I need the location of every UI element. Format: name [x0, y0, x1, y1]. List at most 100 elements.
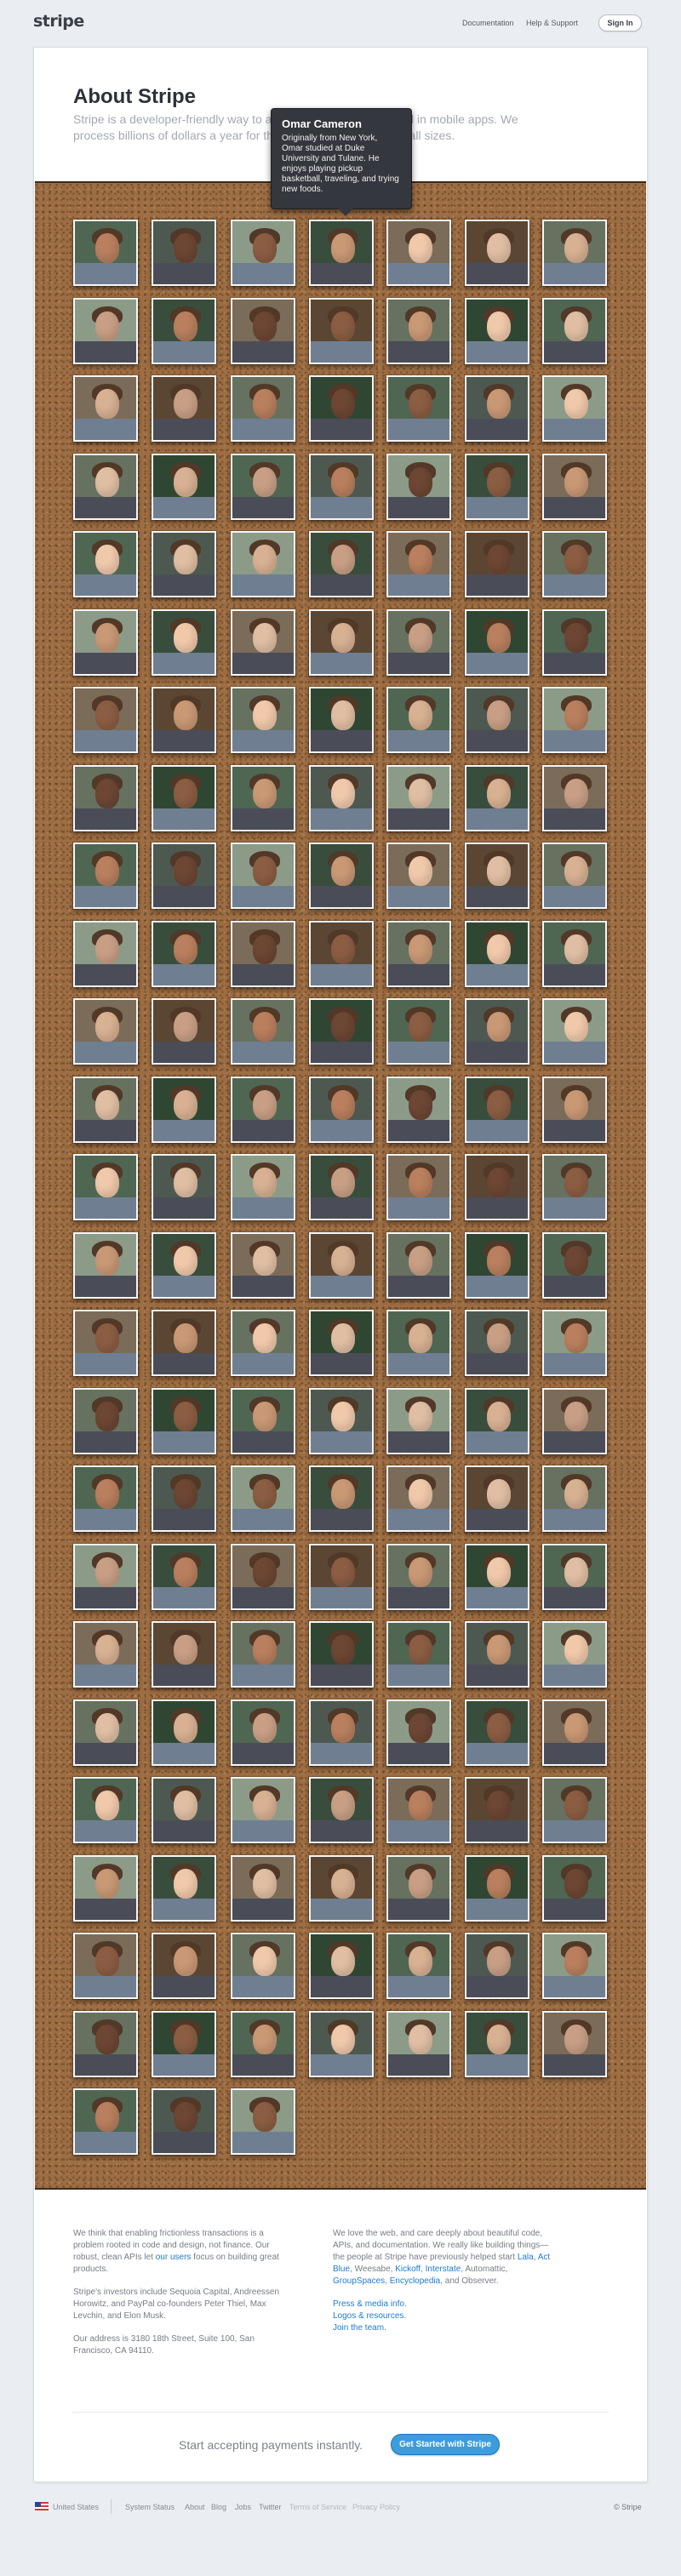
team-member-photo[interactable] — [309, 842, 374, 909]
team-member-photo[interactable] — [152, 608, 216, 676]
team-member-photo[interactable] — [73, 1076, 138, 1143]
team-member-photo[interactable] — [309, 920, 374, 987]
team-member-photo[interactable] — [386, 531, 451, 597]
team-member-photo[interactable] — [309, 2010, 374, 2077]
team-member-photo[interactable] — [542, 1231, 607, 1299]
team-member-photo[interactable] — [465, 1933, 529, 1999]
team-member-photo[interactable] — [231, 920, 295, 987]
team-member-photo[interactable] — [309, 531, 374, 597]
team-member-photo[interactable] — [386, 842, 451, 909]
team-member-photo[interactable] — [231, 1076, 295, 1143]
team-member-photo[interactable] — [309, 1777, 374, 1843]
team-member-photo[interactable] — [152, 764, 216, 831]
team-member-photo[interactable] — [542, 764, 607, 831]
team-member-photo[interactable] — [152, 1231, 216, 1299]
team-member-photo[interactable] — [309, 297, 374, 364]
country-selector[interactable]: United States — [53, 2503, 99, 2511]
team-member-photo[interactable] — [231, 998, 295, 1065]
team-member-photo[interactable] — [231, 2010, 295, 2077]
team-member-photo[interactable] — [152, 1465, 216, 1532]
team-member-photo[interactable] — [231, 1699, 295, 1766]
team-member-photo[interactable] — [309, 1854, 374, 1922]
team-member-photo[interactable] — [309, 1387, 374, 1454]
team-member-photo[interactable] — [542, 608, 607, 676]
team-member-photo[interactable] — [309, 998, 374, 1065]
team-member-photo[interactable] — [309, 1154, 374, 1220]
lala-link[interactable]: Lala — [518, 2253, 534, 2262]
team-member-photo[interactable] — [542, 1154, 607, 1220]
team-member-photo[interactable] — [309, 764, 374, 831]
help-support-link[interactable]: Help & Support — [526, 19, 578, 27]
users-link[interactable]: our users — [156, 2253, 192, 2262]
team-member-photo[interactable] — [542, 1543, 607, 1610]
team-member-photo[interactable] — [73, 998, 138, 1065]
team-member-photo[interactable] — [231, 1465, 295, 1532]
team-member-photo[interactable] — [152, 1154, 216, 1220]
team-member-photo[interactable] — [386, 1621, 451, 1688]
jobs-link[interactable]: Jobs — [235, 2503, 251, 2511]
team-member-photo[interactable] — [386, 1387, 451, 1454]
team-member-photo[interactable] — [465, 1076, 529, 1143]
team-member-photo[interactable] — [152, 1076, 216, 1143]
system-status-link[interactable]: System Status — [125, 2503, 175, 2511]
interstate-link[interactable]: Interstate — [426, 2265, 461, 2274]
logos-resources-link[interactable]: Logos & resources. — [333, 2311, 406, 2321]
team-member-photo[interactable] — [231, 1621, 295, 1688]
team-member-photo[interactable] — [465, 764, 529, 831]
documentation-link[interactable]: Documentation — [462, 19, 514, 27]
team-member-photo[interactable] — [465, 1543, 529, 1610]
team-member-photo[interactable] — [73, 1699, 138, 1766]
team-member-photo[interactable] — [465, 1777, 529, 1843]
team-member-photo[interactable] — [542, 1076, 607, 1143]
team-member-photo[interactable] — [152, 220, 216, 286]
team-member-photo[interactable] — [73, 375, 138, 442]
team-member-photo[interactable] — [73, 1933, 138, 1999]
team-member-photo[interactable] — [542, 1465, 607, 1532]
team-member-photo[interactable] — [152, 375, 216, 442]
terms-link[interactable]: Terms of Service — [289, 2503, 346, 2511]
team-member-photo[interactable] — [73, 1231, 138, 1299]
team-member-photo[interactable] — [386, 453, 451, 520]
team-member-photo[interactable] — [465, 842, 529, 909]
team-member-photo[interactable] — [231, 453, 295, 520]
team-member-photo[interactable] — [73, 453, 138, 520]
team-member-photo[interactable] — [309, 1465, 374, 1532]
team-member-photo[interactable] — [465, 1621, 529, 1688]
team-member-photo[interactable] — [152, 1543, 216, 1610]
privacy-link[interactable]: Privacy Policy — [352, 2503, 400, 2511]
team-member-photo[interactable] — [152, 1310, 216, 1376]
team-member-photo[interactable] — [465, 2010, 529, 2077]
team-member-photo[interactable] — [309, 608, 374, 676]
team-member-photo[interactable] — [73, 1465, 138, 1532]
team-member-photo[interactable] — [542, 842, 607, 909]
team-member-photo[interactable] — [386, 1854, 451, 1922]
team-member-photo[interactable] — [386, 1154, 451, 1220]
team-member-photo[interactable] — [542, 1387, 607, 1454]
team-member-photo[interactable] — [386, 1543, 451, 1610]
team-member-photo[interactable] — [542, 1854, 607, 1922]
team-member-photo[interactable] — [73, 1621, 138, 1688]
team-member-photo[interactable] — [231, 1154, 295, 1220]
kickoff-link[interactable]: Kickoff — [395, 2265, 421, 2274]
team-member-photo[interactable] — [386, 608, 451, 676]
team-member-photo[interactable] — [73, 764, 138, 831]
team-member-photo[interactable] — [231, 1854, 295, 1922]
team-member-photo[interactable] — [152, 297, 216, 364]
team-member-photo[interactable] — [542, 1777, 607, 1843]
team-member-photo[interactable] — [73, 1387, 138, 1454]
team-member-photo[interactable] — [309, 1933, 374, 1999]
team-member-photo[interactable] — [542, 998, 607, 1065]
team-member-photo[interactable] — [73, 2010, 138, 2077]
team-member-photo[interactable] — [309, 1699, 374, 1766]
team-member-photo[interactable] — [386, 1465, 451, 1532]
team-member-photo[interactable] — [465, 531, 529, 597]
team-member-photo[interactable] — [309, 1543, 374, 1610]
press-media-link[interactable]: Press & media info. — [333, 2299, 407, 2309]
team-member-photo[interactable] — [152, 1777, 216, 1843]
team-member-photo[interactable] — [542, 453, 607, 520]
team-member-photo[interactable] — [152, 687, 216, 753]
team-member-photo[interactable] — [231, 1231, 295, 1299]
team-member-photo[interactable] — [386, 687, 451, 753]
team-member-photo[interactable] — [386, 375, 451, 442]
team-member-photo[interactable] — [73, 297, 138, 364]
